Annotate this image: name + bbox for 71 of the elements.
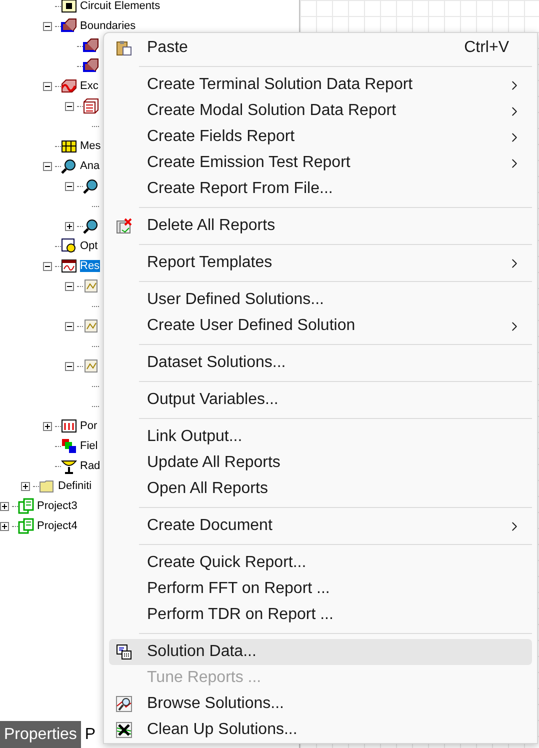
menu-item[interactable]: Create Fields Report [109, 124, 532, 150]
expand-icon[interactable] [65, 222, 74, 230]
collapse-icon[interactable] [43, 82, 52, 90]
expand-icon[interactable] [0, 502, 9, 510]
port-icon [83, 98, 99, 114]
tree-item[interactable]: Fiel [80, 440, 98, 452]
antenna-icon [61, 458, 77, 474]
collapse-icon[interactable] [43, 162, 52, 170]
menu-item[interactable]: Create Terminal Solution Data Report [109, 72, 532, 98]
menu-item[interactable]: Perform FFT on Report ... [109, 576, 532, 602]
collapse-icon[interactable] [43, 22, 52, 30]
tree-item[interactable]: Boundaries [80, 20, 136, 32]
panel-tab[interactable]: Properties [0, 721, 81, 748]
magnifier-icon [83, 218, 99, 234]
menu-item[interactable]: Create Modal Solution Data Report [109, 98, 532, 124]
expand-icon[interactable] [21, 482, 30, 490]
tree-item[interactable]: Res [80, 260, 100, 272]
tree-item[interactable]: Definiti [58, 480, 92, 492]
tree-item[interactable]: Circuit Elements [80, 0, 160, 12]
expand-icon[interactable] [43, 422, 52, 430]
chart-icon [61, 258, 77, 274]
menu-item[interactable]: Solution Data... [109, 639, 532, 665]
tree-item[interactable]: Project3 [37, 500, 78, 512]
collapse-icon[interactable] [65, 322, 74, 330]
expand-icon[interactable] [0, 522, 9, 530]
menu-item[interactable]: Browse Solutions... [109, 691, 532, 717]
boundary-icon [61, 18, 77, 34]
boundary-icon [83, 58, 99, 74]
tree-item[interactable]: Por [80, 420, 98, 432]
collapse-icon[interactable] [65, 282, 74, 290]
menu-item[interactable]: Open All Reports [109, 476, 532, 502]
magnifier-icon [83, 178, 99, 194]
project-icon [18, 498, 34, 514]
menu-item[interactable]: Delete All Reports [109, 213, 532, 239]
tree-item[interactable]: Exc [80, 80, 98, 92]
menu-item[interactable]: Create Emission Test Report [109, 150, 532, 176]
tree-item[interactable]: Opt [80, 240, 98, 252]
collapse-icon[interactable] [65, 362, 74, 370]
boundary-icon [83, 38, 99, 54]
menu-item[interactable]: Output Variables... [109, 387, 532, 413]
menu-item[interactable]: Perform TDR on Report ... [109, 602, 532, 628]
menu-item[interactable]: Link Output... [109, 424, 532, 450]
collapse-icon[interactable] [65, 182, 74, 190]
menu-item[interactable]: Report Templates [109, 250, 532, 276]
circuit-icon [61, 0, 77, 14]
tree-item[interactable]: Project4 [37, 520, 78, 532]
menu-item[interactable]: Create Document [109, 513, 532, 539]
excitation-icon [61, 78, 77, 94]
tree-item[interactable]: Rad [80, 460, 100, 472]
menu-item[interactable]: User Defined Solutions... [109, 287, 532, 313]
project-icon [18, 518, 34, 534]
tree-item[interactable]: Mes [80, 140, 101, 152]
delete-reports-icon [116, 218, 132, 234]
menu-item[interactable]: Update All Reports [109, 450, 532, 476]
menu-item[interactable]: Paste Ctrl+V [109, 35, 532, 61]
menu-item[interactable]: Clean Up Solutions... [109, 717, 532, 743]
tree-item[interactable]: Ana [80, 160, 100, 172]
collapse-icon[interactable] [65, 102, 74, 110]
menu-item[interactable]: Create Quick Report... [109, 550, 532, 576]
menu-item[interactable]: Create Report From File... [109, 176, 532, 202]
clean-up-icon [116, 722, 132, 738]
magnifier-icon [116, 696, 132, 712]
solution-data-icon [116, 644, 132, 660]
mesh-icon [61, 138, 77, 154]
menu-item[interactable]: Dataset Solutions... [109, 350, 532, 376]
magnifier-icon [61, 158, 77, 174]
port-field-icon [61, 418, 77, 434]
menu-item[interactable]: Create User Defined Solution [109, 313, 532, 339]
fields-icon [61, 438, 77, 454]
paste-icon [116, 40, 132, 56]
collapse-icon[interactable] [43, 262, 52, 270]
